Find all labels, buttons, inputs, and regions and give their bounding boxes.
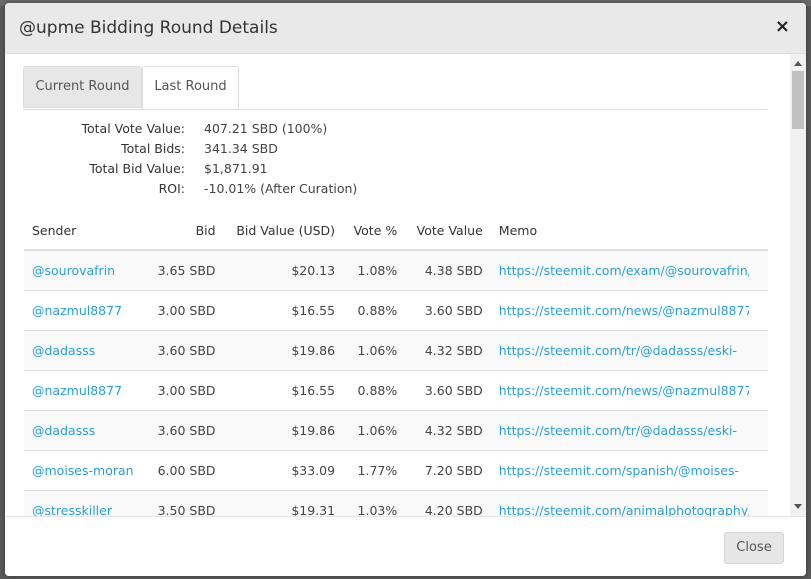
table-row: @sourovafrin 3.65 SBD $20.13 1.08% 4.38 … bbox=[24, 249, 768, 291]
summary-value: 341.34 SBD bbox=[204, 141, 278, 156]
memo-cell: https://steemit.com/tr/@dadasss/eski- bbox=[490, 410, 768, 451]
memo-link[interactable]: https://steemit.com/tr/@dadasss/eski- bbox=[499, 343, 737, 358]
bid-value-cell: $16.55 bbox=[223, 370, 344, 411]
summary-value: 407.21 SBD (100%) bbox=[204, 121, 328, 136]
vote-value-cell: 4.38 SBD bbox=[405, 249, 491, 291]
sender-cell: @moises-moran bbox=[24, 450, 147, 491]
close-icon[interactable]: × bbox=[775, 16, 790, 37]
tab-current-round[interactable]: Current Round bbox=[23, 66, 142, 108]
bid-value-cell: $16.55 bbox=[223, 290, 344, 331]
vote-percent-cell: 0.88% bbox=[343, 290, 406, 331]
bid-value-cell: $20.13 bbox=[223, 249, 344, 291]
sender-cell: @stresskiller bbox=[24, 490, 147, 516]
sender-link[interactable]: @moises-moran bbox=[32, 463, 134, 478]
memo-cell: https://steemit.com/news/@nazmul8877/ bbox=[490, 290, 768, 331]
vote-value-cell: 4.32 SBD bbox=[405, 410, 491, 451]
modal-header: @upme Bidding Round Details × bbox=[5, 3, 806, 54]
vote-percent-cell: 1.03% bbox=[343, 490, 406, 516]
col-memo: Memo bbox=[490, 211, 768, 251]
sender-link[interactable]: @nazmul8877 bbox=[32, 303, 122, 318]
memo-link[interactable]: https://steemit.com/news/@nazmul8877/ bbox=[499, 383, 749, 398]
bid-cell: 3.65 SBD bbox=[146, 249, 224, 291]
scroll-thumb[interactable] bbox=[792, 71, 804, 129]
tab-last-round[interactable]: Last Round bbox=[142, 66, 239, 109]
memo-cell: https://steemit.com/animalphotography/( bbox=[490, 490, 768, 516]
memo-cell: https://steemit.com/tr/@dadasss/eski- bbox=[490, 330, 768, 371]
summary-label: Total Vote Value: bbox=[81, 121, 186, 136]
vote-percent-cell: 1.08% bbox=[343, 249, 406, 291]
vertical-scrollbar[interactable] bbox=[790, 54, 806, 516]
vote-value-cell: 7.20 SBD bbox=[405, 450, 491, 491]
memo-cell: https://steemit.com/exam/@sourovafrin/t bbox=[490, 249, 768, 291]
bid-cell: 3.00 SBD bbox=[146, 370, 224, 411]
modal-footer: Close bbox=[5, 516, 806, 576]
close-button[interactable]: Close bbox=[724, 532, 784, 564]
modal-body[interactable]: Current Round Last Round Total Vote Valu… bbox=[5, 54, 806, 516]
vote-value-cell: 4.32 SBD bbox=[405, 330, 491, 371]
scroll-down-icon[interactable] bbox=[794, 504, 802, 509]
round-summary: Total Vote Value: 407.21 SBD (100%) Tota… bbox=[5, 121, 505, 201]
bid-value-cell: $19.31 bbox=[223, 490, 344, 516]
bid-value-cell: $19.86 bbox=[223, 410, 344, 451]
col-bid-value: Bid Value (USD) bbox=[223, 211, 344, 251]
col-vote-percent: Vote % bbox=[343, 211, 406, 251]
bid-cell: 3.00 SBD bbox=[146, 290, 224, 331]
vote-value-cell: 3.60 SBD bbox=[405, 290, 491, 331]
table-row: @nazmul8877 3.00 SBD $16.55 0.88% 3.60 S… bbox=[24, 370, 768, 411]
table-row: @dadasss 3.60 SBD $19.86 1.06% 4.32 SBD … bbox=[24, 410, 768, 451]
summary-row: Total Bid Value: $1,871.91 bbox=[5, 161, 505, 181]
summary-label: Total Bids: bbox=[121, 141, 185, 156]
sender-link[interactable]: @stresskiller bbox=[32, 503, 112, 516]
table-row: @nazmul8877 3.00 SBD $16.55 0.88% 3.60 S… bbox=[24, 290, 768, 331]
bids-table: Sender Bid Bid Value (USD) Vote % Vote V… bbox=[24, 211, 768, 516]
summary-label: Total Bid Value: bbox=[89, 161, 185, 176]
table-row: @moises-moran 6.00 SBD $33.09 1.77% 7.20… bbox=[24, 450, 768, 491]
summary-row: Total Vote Value: 407.21 SBD (100%) bbox=[5, 121, 505, 141]
table-row: @dadasss 3.60 SBD $19.86 1.06% 4.32 SBD … bbox=[24, 330, 768, 371]
modal-title: @upme Bidding Round Details bbox=[19, 18, 278, 38]
vote-percent-cell: 1.77% bbox=[343, 450, 406, 491]
memo-link[interactable]: https://steemit.com/exam/@sourovafrin/t bbox=[499, 263, 749, 278]
bid-value-cell: $19.86 bbox=[223, 330, 344, 371]
memo-cell: https://steemit.com/news/@nazmul8877/ bbox=[490, 370, 768, 411]
vote-percent-cell: 0.88% bbox=[343, 370, 406, 411]
summary-row: ROI: -10.01% (After Curation) bbox=[5, 181, 505, 201]
col-vote-value: Vote Value bbox=[405, 211, 491, 251]
summary-row: Total Bids: 341.34 SBD bbox=[5, 141, 505, 161]
bid-value-cell: $33.09 bbox=[223, 450, 344, 491]
table-header-row: Sender Bid Bid Value (USD) Vote % Vote V… bbox=[24, 211, 768, 251]
vote-percent-cell: 1.06% bbox=[343, 410, 406, 451]
memo-link[interactable]: https://steemit.com/tr/@dadasss/eski- bbox=[499, 423, 737, 438]
col-bid: Bid bbox=[146, 211, 224, 251]
sender-cell: @dadasss bbox=[24, 410, 147, 451]
summary-value: -10.01% (After Curation) bbox=[204, 181, 358, 196]
memo-link[interactable]: https://steemit.com/news/@nazmul8877/ bbox=[499, 303, 749, 318]
sender-link[interactable]: @nazmul8877 bbox=[32, 383, 122, 398]
memo-cell: https://steemit.com/spanish/@moises- bbox=[490, 450, 768, 491]
sender-link[interactable]: @dadasss bbox=[32, 423, 95, 438]
sender-cell: @nazmul8877 bbox=[24, 370, 147, 411]
bid-cell: 3.50 SBD bbox=[146, 490, 224, 516]
vote-value-cell: 3.60 SBD bbox=[405, 370, 491, 411]
sender-link[interactable]: @sourovafrin bbox=[32, 263, 115, 278]
vote-value-cell: 4.20 SBD bbox=[405, 490, 491, 516]
vote-percent-cell: 1.06% bbox=[343, 330, 406, 371]
summary-value: $1,871.91 bbox=[204, 161, 268, 176]
memo-link[interactable]: https://steemit.com/animalphotography/( bbox=[499, 503, 749, 516]
bidding-round-modal: @upme Bidding Round Details × Current Ro… bbox=[5, 3, 806, 576]
sender-cell: @dadasss bbox=[24, 330, 147, 371]
scroll-up-icon[interactable] bbox=[794, 61, 802, 66]
sender-cell: @sourovafrin bbox=[24, 249, 147, 291]
bid-cell: 3.60 SBD bbox=[146, 330, 224, 371]
col-sender: Sender bbox=[24, 211, 147, 251]
sender-cell: @nazmul8877 bbox=[24, 290, 147, 331]
bid-cell: 6.00 SBD bbox=[146, 450, 224, 491]
summary-label: ROI: bbox=[158, 181, 185, 196]
bid-cell: 3.60 SBD bbox=[146, 410, 224, 451]
sender-link[interactable]: @dadasss bbox=[32, 343, 95, 358]
memo-link[interactable]: https://steemit.com/spanish/@moises- bbox=[499, 463, 739, 478]
round-tabs: Current Round Last Round bbox=[23, 66, 767, 110]
table-row: @stresskiller 3.50 SBD $19.31 1.03% 4.20… bbox=[24, 490, 768, 516]
